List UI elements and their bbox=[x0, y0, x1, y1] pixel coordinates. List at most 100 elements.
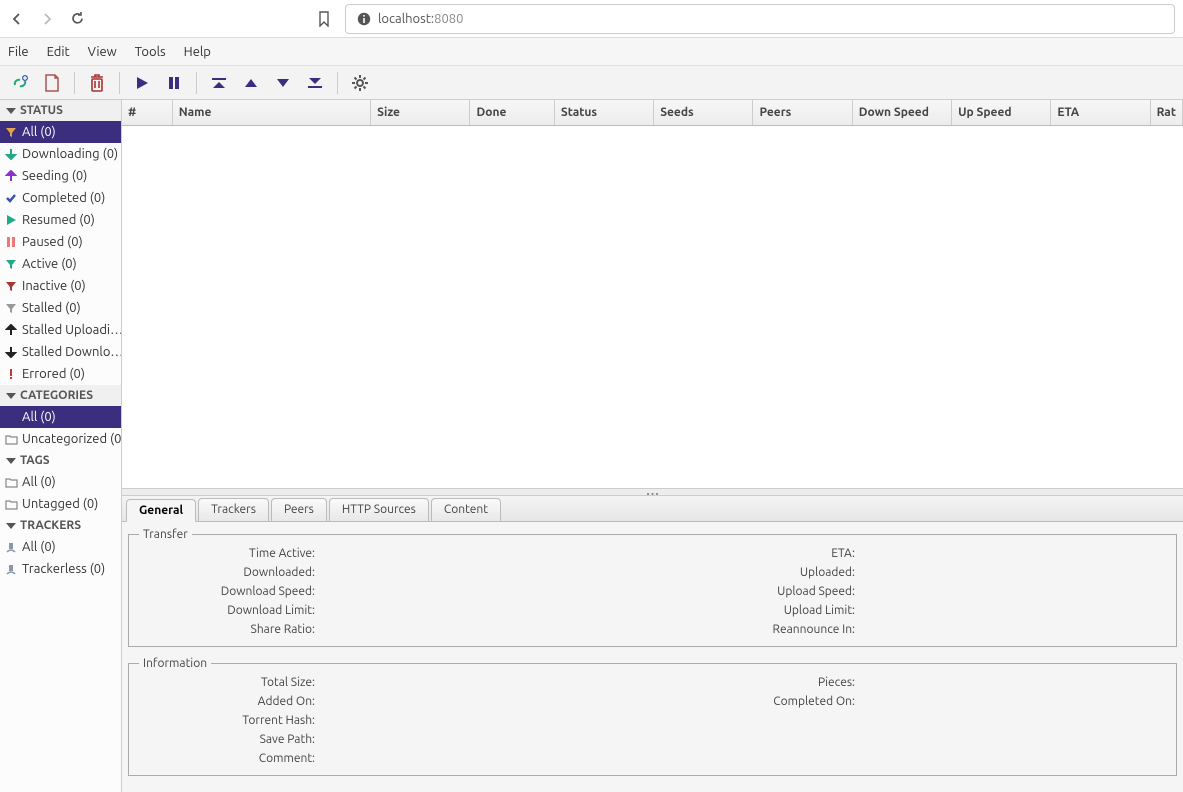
value-upspeed bbox=[859, 585, 939, 598]
col-peers[interactable]: Peers bbox=[753, 100, 852, 125]
add-torrent-file-button[interactable] bbox=[38, 69, 66, 97]
add-torrent-link-button[interactable] bbox=[6, 69, 34, 97]
label-time-active: Time Active: bbox=[139, 547, 319, 560]
address-bar[interactable]: localhost:8080 bbox=[345, 4, 1175, 34]
tab-general[interactable]: General bbox=[126, 499, 196, 522]
reload-button[interactable] bbox=[68, 10, 86, 28]
folder-icon bbox=[4, 432, 18, 446]
tab-httpsources[interactable]: HTTP Sources bbox=[329, 498, 429, 521]
move-top-button[interactable] bbox=[205, 69, 233, 97]
pause-button[interactable] bbox=[160, 69, 188, 97]
menu-edit[interactable]: Edit bbox=[47, 45, 70, 59]
play-icon bbox=[4, 213, 18, 227]
value-savepath bbox=[319, 733, 399, 746]
detail-tabs: General Trackers Peers HTTP Sources Cont… bbox=[122, 496, 1183, 522]
col-size[interactable]: Size bbox=[371, 100, 470, 125]
tab-trackers[interactable]: Trackers bbox=[198, 498, 269, 521]
content-area: # Name Size Done Status Seeds Peers Down… bbox=[122, 100, 1183, 792]
sidebar-item-label: Resumed (0) bbox=[22, 211, 95, 229]
sidebar-status-seeding[interactable]: Seeding (0) bbox=[0, 165, 121, 187]
sidebar-categories-header[interactable]: CATEGORIES bbox=[0, 385, 121, 406]
sidebar-trackers-all[interactable]: All (0) bbox=[0, 536, 121, 558]
value-downspeed bbox=[319, 585, 399, 598]
sidebar-status-active[interactable]: Active (0) bbox=[0, 253, 121, 275]
menu-file[interactable]: File bbox=[8, 45, 29, 59]
bookmark-button[interactable] bbox=[315, 10, 333, 28]
sidebar-item-label: All (0) bbox=[22, 473, 56, 491]
sidebar-item-label: Trackerless (0) bbox=[22, 560, 105, 578]
menu-tools[interactable]: Tools bbox=[135, 45, 166, 59]
move-up-button[interactable] bbox=[237, 69, 265, 97]
label-uplimit: Upload Limit: bbox=[399, 604, 859, 617]
col-seeds[interactable]: Seeds bbox=[654, 100, 753, 125]
value-uplimit bbox=[859, 604, 939, 617]
sidebar-status-paused[interactable]: Paused (0) bbox=[0, 231, 121, 253]
tab-content[interactable]: Content bbox=[431, 498, 501, 521]
col-eta[interactable]: ETA bbox=[1051, 100, 1150, 125]
resume-button[interactable] bbox=[128, 69, 156, 97]
sidebar-trackers-label: TRACKERS bbox=[20, 519, 81, 532]
sidebar-item-label: All (0) bbox=[22, 538, 56, 556]
sidebar-status-stalled-up[interactable]: Stalled Uploadi… bbox=[0, 319, 121, 341]
sidebar-trackers-trackerless[interactable]: Trackerless (0) bbox=[0, 558, 121, 580]
sidebar-status-inactive[interactable]: Inactive (0) bbox=[0, 275, 121, 297]
sidebar-tags-header[interactable]: TAGS bbox=[0, 450, 121, 471]
down-arrow-icon bbox=[4, 345, 18, 359]
collapse-icon bbox=[6, 458, 16, 464]
tab-peers[interactable]: Peers bbox=[271, 498, 327, 521]
sidebar: STATUS All (0) Downloading (0) Seeding (… bbox=[0, 100, 122, 792]
label-downspeed: Download Speed: bbox=[139, 585, 319, 598]
sidebar-status-label: STATUS bbox=[20, 104, 63, 117]
sidebar-categories-uncat[interactable]: Uncategorized (0) bbox=[0, 428, 121, 450]
toolbar bbox=[0, 66, 1183, 100]
sidebar-status-header[interactable]: STATUS bbox=[0, 100, 121, 121]
move-bottom-button[interactable] bbox=[301, 69, 329, 97]
sidebar-tags-label: TAGS bbox=[20, 454, 50, 467]
information-fieldset: Information Total Size: Pieces: Added On… bbox=[128, 657, 1177, 776]
menu-help[interactable]: Help bbox=[184, 45, 211, 59]
sidebar-tags-untagged[interactable]: Untagged (0) bbox=[0, 493, 121, 515]
delete-button[interactable] bbox=[83, 69, 111, 97]
back-button[interactable] bbox=[8, 10, 26, 28]
sidebar-status-all[interactable]: All (0) bbox=[0, 121, 121, 143]
label-completedon: Completed On: bbox=[399, 695, 859, 708]
forward-button[interactable] bbox=[38, 10, 56, 28]
sidebar-status-resumed[interactable]: Resumed (0) bbox=[0, 209, 121, 231]
sidebar-status-completed[interactable]: Completed (0) bbox=[0, 187, 121, 209]
label-downloaded: Downloaded: bbox=[139, 566, 319, 579]
transfer-legend: Transfer bbox=[139, 528, 192, 541]
sidebar-status-stalled[interactable]: Stalled (0) bbox=[0, 297, 121, 319]
col-status[interactable]: Status bbox=[555, 100, 654, 125]
splitter[interactable]: … bbox=[122, 488, 1183, 496]
table-header: # Name Size Done Status Seeds Peers Down… bbox=[122, 100, 1183, 126]
col-done[interactable]: Done bbox=[470, 100, 554, 125]
move-down-button[interactable] bbox=[269, 69, 297, 97]
sidebar-status-downloading[interactable]: Downloading (0) bbox=[0, 143, 121, 165]
torrent-list[interactable] bbox=[122, 126, 1183, 488]
sidebar-trackers-header[interactable]: TRACKERS bbox=[0, 515, 121, 536]
collapse-icon bbox=[6, 393, 16, 399]
transfer-fieldset: Transfer Time Active: ETA: Downloaded: U… bbox=[128, 528, 1177, 647]
label-pieces: Pieces: bbox=[399, 676, 859, 689]
sidebar-item-label: Uncategorized (0) bbox=[22, 430, 121, 448]
browser-bar: localhost:8080 bbox=[0, 0, 1183, 38]
sidebar-status-stalled-down[interactable]: Stalled Downlo… bbox=[0, 341, 121, 363]
sidebar-item-label: Stalled (0) bbox=[22, 299, 81, 317]
sidebar-categories-all[interactable]: All (0) bbox=[0, 406, 121, 428]
details-pane: Transfer Time Active: ETA: Downloaded: U… bbox=[122, 522, 1183, 792]
filter-all-icon bbox=[4, 125, 18, 139]
value-reannounce bbox=[859, 623, 939, 636]
sidebar-tags-all[interactable]: All (0) bbox=[0, 471, 121, 493]
col-upspeed[interactable]: Up Speed bbox=[952, 100, 1051, 125]
menu-view[interactable]: View bbox=[88, 45, 117, 59]
sidebar-item-label: Seeding (0) bbox=[22, 167, 87, 185]
col-downspeed[interactable]: Down Speed bbox=[853, 100, 952, 125]
sidebar-status-errored[interactable]: Errored (0) bbox=[0, 363, 121, 385]
col-num[interactable]: # bbox=[122, 100, 173, 125]
error-icon bbox=[4, 367, 18, 381]
value-pieces bbox=[859, 676, 939, 689]
col-name[interactable]: Name bbox=[173, 100, 371, 125]
information-legend: Information bbox=[139, 657, 211, 670]
col-ratio[interactable]: Rat bbox=[1151, 100, 1183, 125]
settings-button[interactable] bbox=[346, 69, 374, 97]
